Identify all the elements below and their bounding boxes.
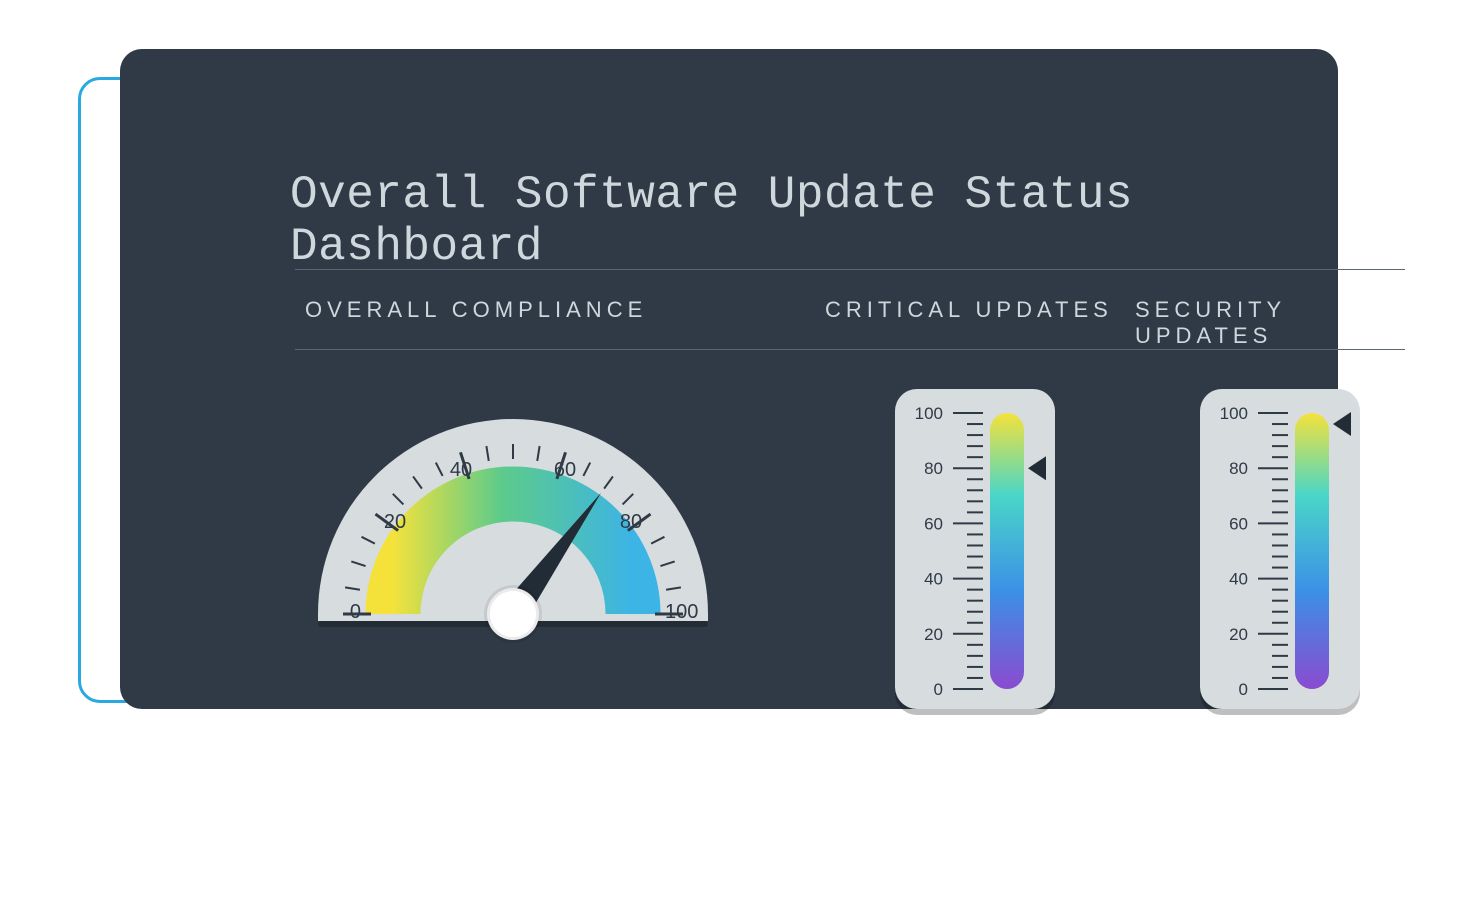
divider-top — [295, 269, 1405, 270]
gauge-tick-label: 60 — [554, 459, 576, 481]
thermo-security-updates: 0 20 40 60 80 100 — [1200, 389, 1360, 709]
gauge-tick-label: 0 — [350, 601, 361, 623]
label-critical-updates: CRITICAL UPDATES — [825, 297, 1113, 323]
dashboard-stage: Overall Software Update Status Dashboard… — [0, 0, 1461, 899]
page-title: Overall Software Update Status Dashboard — [290, 169, 1390, 273]
gauge-tick-label: 100 — [665, 601, 698, 623]
thermo-critical-updates: 0 20 40 60 80 100 — [895, 389, 1055, 709]
thermo-tick-label: 0 — [934, 680, 943, 699]
thermo-tick-label: 60 — [924, 514, 943, 533]
gauge-tick-label: 40 — [450, 459, 472, 481]
thermo-tick-label: 60 — [1229, 514, 1248, 533]
divider-bottom — [295, 349, 1405, 350]
label-security-updates: SECURITY UPDATES — [1135, 297, 1405, 349]
thermo-tick-label: 20 — [924, 625, 943, 644]
thermo-tick-label: 80 — [1229, 459, 1248, 478]
thermo-pointer — [1333, 412, 1351, 436]
dashboard-card: Overall Software Update Status Dashboard… — [120, 49, 1338, 709]
thermo-tick-label: 40 — [1229, 570, 1248, 589]
gauge-tick-label: 20 — [384, 511, 406, 533]
label-overall-compliance: OVERALL COMPLIANCE — [305, 297, 647, 323]
thermo-tick-label: 0 — [1239, 680, 1248, 699]
thermo-tick-label: 100 — [915, 404, 943, 423]
gauge-tick-label: 80 — [620, 511, 642, 533]
thermo-tick-label: 100 — [1220, 404, 1248, 423]
thermo-tick-label: 80 — [924, 459, 943, 478]
thermo-tick-label: 40 — [924, 570, 943, 589]
gauge-overall-compliance: 0 20 40 60 80 100 — [303, 394, 723, 654]
thermo-tick-label: 20 — [1229, 625, 1248, 644]
thermo-pointer — [1028, 456, 1046, 480]
